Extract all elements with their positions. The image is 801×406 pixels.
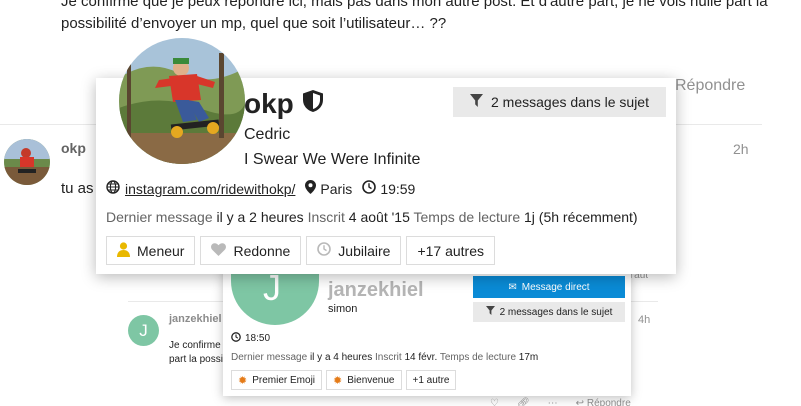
card-username[interactable]: janzekhiel bbox=[328, 279, 424, 302]
more-icon[interactable]: ⋯ bbox=[548, 398, 558, 406]
map-marker-icon bbox=[305, 180, 317, 197]
user-info-row: instagram.com/ridewithokp/ Paris 19:59 bbox=[106, 180, 415, 197]
sun-icon: ✹ bbox=[238, 374, 248, 387]
heart-icon bbox=[211, 242, 227, 259]
avatar[interactable] bbox=[4, 139, 50, 185]
post-text-line: Je confirme que je peux répondre ici, ma… bbox=[61, 0, 768, 10]
badge-label: Bienvenue bbox=[347, 374, 395, 386]
post-username[interactable]: okp bbox=[61, 140, 86, 156]
filter-messages-button[interactable]: 2 messages dans le sujet bbox=[473, 302, 625, 322]
sun-icon: ✹ bbox=[333, 374, 343, 387]
stat-label: Temps de lecture bbox=[413, 209, 521, 225]
link-icon[interactable]: 🔗︎ bbox=[517, 398, 530, 406]
clock-icon bbox=[317, 242, 332, 259]
user-stats: Dernier message il y a 2 heures Inscrit … bbox=[106, 209, 638, 225]
heart-icon[interactable]: ♡ bbox=[490, 398, 499, 406]
stat-value: il y a 2 heures bbox=[216, 209, 304, 225]
stat-value: 4 août '15 bbox=[348, 209, 410, 225]
post-text-line: Je confirme bbox=[169, 340, 221, 351]
card-full-name: Cedric bbox=[244, 126, 291, 143]
post-time[interactable]: 2h bbox=[733, 141, 749, 157]
reply-button[interactable]: Répondre bbox=[675, 77, 745, 95]
message-direct-button[interactable]: ✉ Message direct bbox=[473, 276, 625, 298]
more-badges-button[interactable]: +1 autre bbox=[405, 370, 457, 390]
website-link[interactable]: instagram.com/ridewithokp/ bbox=[125, 181, 295, 197]
shield-icon bbox=[302, 88, 324, 120]
post-text: tu as bbox=[61, 180, 94, 197]
badge[interactable]: Redonne bbox=[200, 236, 302, 265]
stat-label: Temps de lecture bbox=[439, 352, 517, 363]
clock-icon bbox=[362, 180, 377, 197]
avatar[interactable] bbox=[119, 38, 245, 164]
stat-value: il y a 4 heures bbox=[309, 352, 373, 363]
more-badges-button[interactable]: +17 autres bbox=[406, 236, 495, 265]
stat-label: Dernier message bbox=[231, 352, 308, 363]
user-card-secondary: J janzekhiel simon ✉ Message direct 2 me… bbox=[223, 255, 631, 396]
post-actions: ♡ 🔗︎ ⋯ ↩ Répondre bbox=[490, 398, 631, 406]
username-text: okp bbox=[244, 88, 294, 119]
stat-value: 17m bbox=[518, 352, 539, 363]
button-label: 2 messages dans le sujet bbox=[491, 94, 649, 110]
stat-value: 14 févr. bbox=[404, 352, 438, 363]
local-time: 18:50 bbox=[231, 332, 270, 345]
badge[interactable]: ✹ Premier Emoji bbox=[231, 370, 323, 390]
filter-messages-button[interactable]: 2 messages dans le sujet bbox=[453, 87, 666, 117]
stat-value: 1j (5h récemment) bbox=[524, 209, 638, 225]
reply-button[interactable]: ↩ Répondre bbox=[576, 398, 631, 406]
card-full-name: simon bbox=[328, 303, 358, 315]
post-username[interactable]: janzekhiel bbox=[169, 313, 222, 325]
avatar-letter: J bbox=[139, 320, 148, 340]
stat-label: Inscrit bbox=[307, 209, 345, 225]
post-time[interactable]: 4h bbox=[638, 314, 650, 326]
local-time-value: 19:59 bbox=[380, 180, 416, 197]
user-stats: Dernier message il y a 4 heures Inscrit … bbox=[231, 352, 538, 363]
stat-label: Dernier message bbox=[106, 209, 213, 225]
envelope-icon: ✉ bbox=[508, 281, 517, 293]
clock-icon bbox=[231, 332, 241, 345]
reply-label: Répondre bbox=[586, 398, 631, 406]
local-time-value: 18:50 bbox=[245, 333, 271, 344]
filter-icon bbox=[485, 306, 495, 318]
badge-label: Redonne bbox=[233, 242, 291, 259]
user-icon bbox=[117, 241, 130, 260]
badge[interactable]: Meneur bbox=[106, 236, 196, 265]
globe-icon bbox=[106, 180, 120, 197]
stat-label: Inscrit bbox=[374, 352, 402, 363]
badge[interactable]: ✹ Bienvenue bbox=[326, 370, 402, 390]
card-user-title: I Swear We Were Infinite bbox=[244, 151, 421, 168]
badge-label: Premier Emoji bbox=[252, 374, 316, 386]
avatar[interactable]: J bbox=[128, 315, 159, 346]
post-text: Je confirme part la possi bbox=[169, 339, 223, 367]
location-text: Paris bbox=[320, 180, 353, 197]
user-card: okp Cedric I Swear We Were Infinite 2 me… bbox=[96, 38, 676, 274]
filter-icon bbox=[470, 94, 483, 110]
button-label: Message direct bbox=[521, 281, 590, 293]
post-text-line: part la possi bbox=[169, 354, 223, 365]
badge-list: Meneur Redonne Jubilaire +17 autres bbox=[106, 236, 495, 265]
button-label: 2 messages dans le sujet bbox=[499, 306, 613, 318]
badge-label: Jubilaire bbox=[338, 242, 391, 259]
card-username[interactable]: okp bbox=[244, 88, 324, 120]
badge-label: Meneur bbox=[137, 242, 185, 259]
post-text-line: possibilité d’envoyer un mp, quel que so… bbox=[61, 15, 447, 32]
badge-list: ✹ Premier Emoji ✹ Bienvenue +1 autre bbox=[231, 370, 457, 390]
badge[interactable]: Jubilaire bbox=[306, 236, 402, 265]
